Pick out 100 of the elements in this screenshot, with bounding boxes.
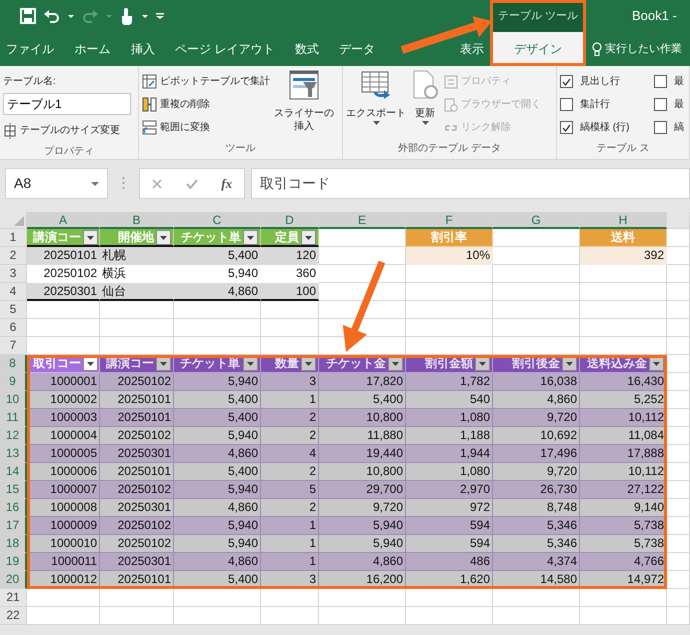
tool-button[interactable]: ピボットテーブルで集計 [142,70,270,93]
table-cell: 1000003 [27,409,100,427]
insert-function-button[interactable]: fx [221,174,232,194]
ribbon-tab[interactable]: 表示 [460,41,484,57]
column-heading: 割引率 [406,229,493,247]
table-cell: 10% [406,247,493,265]
customize-caret-icon[interactable] [156,13,164,19]
checkbox[interactable] [654,98,667,111]
checkbox[interactable] [560,121,573,134]
table-cell: 11,880 [319,427,406,445]
lightbulb-icon [592,42,602,56]
enter-check-icon[interactable] [186,178,198,188]
table-cell: 1 [261,553,319,571]
table-cell: 1000002 [27,391,100,409]
tool-button[interactable]: 範囲に変換 [142,116,270,139]
table-cell: 5,940 [174,535,261,553]
formula-field[interactable]: 取引コード [251,168,690,199]
table-cell: 1000011 [27,553,100,571]
table-cell: 4,860 [174,283,261,301]
table-cell: 5,738 [580,535,667,553]
checkbox-label: 縞 [674,120,684,135]
caret-icon[interactable] [142,14,148,18]
row-header[interactable]: 20 [0,571,27,589]
ribbon-tab[interactable]: 数式 [294,41,319,57]
tool-button[interactable]: 重複の削除 [142,93,270,116]
checkbox[interactable] [654,75,667,88]
table-cell: 5,400 [174,409,261,427]
row-header[interactable]: 9 [0,373,27,391]
row-header[interactable]: 4 [0,283,27,301]
row-header[interactable]: 3 [0,265,27,283]
hand-pointer-icon[interactable] [120,8,134,24]
filter-button[interactable] [301,230,316,244]
column-header[interactable]: H [580,212,667,229]
table-cell: 4,766 [580,553,667,571]
row-header[interactable]: 15 [0,481,27,499]
select-all-icon [14,216,24,226]
table-cell: 9,720 [493,463,580,481]
table-cell: 20250301 [27,283,100,301]
row-header[interactable]: 7 [0,337,27,355]
row-header[interactable]: 5 [0,301,27,319]
undo-icon[interactable] [44,9,60,23]
row-header[interactable]: 16 [0,499,27,517]
column-header[interactable]: A [27,212,100,229]
table-cell: 10,800 [319,409,406,427]
filter-button[interactable] [83,230,98,244]
table-name-field[interactable]: テーブル1 [3,93,131,115]
row-header[interactable]: 10 [0,391,27,409]
row-header[interactable]: 19 [0,553,27,571]
filter-button[interactable] [243,230,258,244]
table-cell: 1000004 [27,427,100,445]
table-cell: 972 [406,499,493,517]
column-header[interactable]: G [493,212,580,229]
column-header[interactable]: E [319,212,406,229]
name-box[interactable]: A8 [5,168,108,199]
row-header[interactable]: 2 [0,247,27,265]
ribbon-tab[interactable]: ファイル [6,41,54,57]
ribbon-tab[interactable]: ホーム [74,41,110,57]
table-cell: 3 [261,373,319,391]
checkbox[interactable] [654,121,667,134]
window-title: Book1 - [631,7,677,26]
table-cell: 4 [261,445,319,463]
resize-table-button[interactable]: テーブルのサイズ変更 [3,119,131,142]
column-heading: チケット単 [179,355,241,372]
column-header[interactable]: B [100,212,174,229]
table-cell: 1000007 [27,481,100,499]
column-header[interactable]: F [406,212,493,229]
ribbon-large-button[interactable]: エクスポート [346,70,406,139]
row-header[interactable]: 1 [0,229,27,247]
tell-me-search[interactable]: 実行したい作業 [605,40,682,58]
table-cell: 4,374 [493,553,580,571]
row-header[interactable]: 12 [0,427,27,445]
row-header[interactable]: 18 [0,535,27,553]
table-cell: 17,888 [580,445,667,463]
column-header[interactable]: C [174,212,261,229]
table-cell: 5,940 [319,535,406,553]
ribbon-tab[interactable]: データ [339,41,376,57]
checkbox[interactable] [560,98,573,111]
row-header[interactable]: 21 [0,589,27,607]
row-header[interactable]: 11 [0,409,27,427]
row-header[interactable]: 17 [0,517,27,535]
group-label: テーブル ス [596,142,650,156]
row-header[interactable]: 14 [0,463,27,481]
row-header[interactable]: 6 [0,319,27,337]
insert-slicer-button[interactable]: スライサーの 挿入 [274,70,334,139]
filter-button[interactable] [156,230,171,244]
save-icon[interactable] [20,8,36,24]
caret-icon[interactable] [68,14,74,18]
table-cell: 1 [261,517,319,535]
ribbon-tab[interactable]: 挿入 [130,41,155,57]
column-header[interactable]: D [261,212,319,229]
table-cell: 1000009 [27,517,100,535]
column-pair-icon [142,97,157,112]
row-header[interactable]: 8 [0,355,27,373]
table-cell: 5,252 [580,391,667,409]
checkbox[interactable] [560,75,573,88]
ribbon-tab[interactable]: ページ レイアウト [175,41,274,57]
row-header[interactable]: 22 [0,607,27,625]
row-header[interactable]: 13 [0,445,27,463]
ribbon-large-button[interactable]: 更新 [410,70,440,139]
table-cell: 1000010 [27,535,100,553]
